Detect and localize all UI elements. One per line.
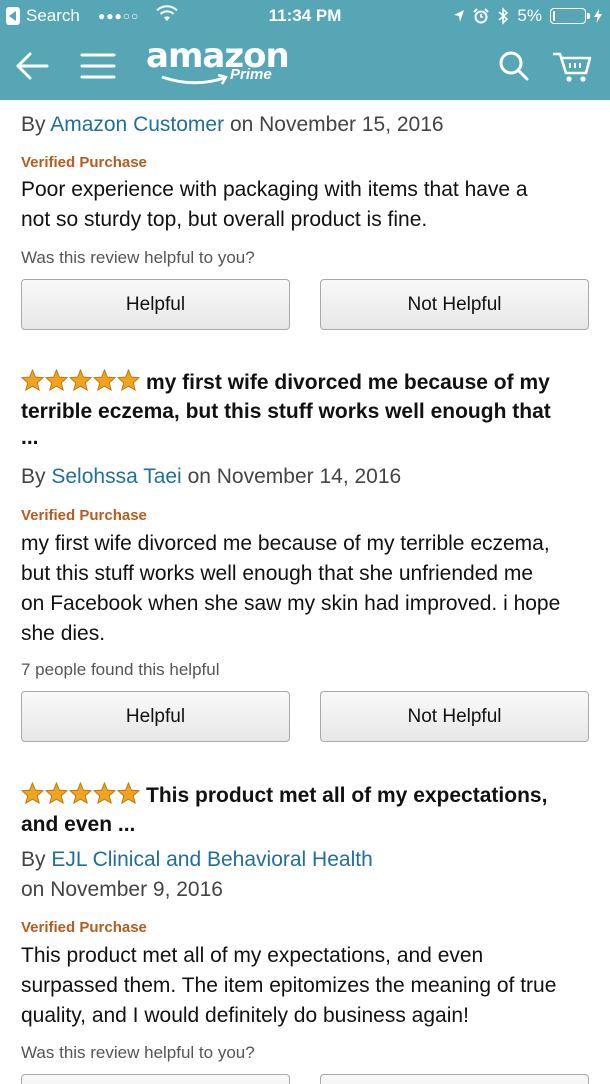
byline-prefix: By (21, 465, 46, 488)
charging-icon (594, 9, 602, 23)
review-title-line: and even ... (21, 813, 136, 836)
review-author-link[interactable]: Selohssa Taei (51, 465, 181, 488)
menu-button[interactable] (74, 42, 122, 90)
helpful-button[interactable]: Helpful (21, 279, 290, 330)
back-arrow-icon (16, 52, 49, 80)
star-icon (117, 369, 140, 391)
verified-purchase-badge: Verified Purchase (21, 919, 147, 936)
helpful-count: 7 people found this helpful (21, 660, 220, 679)
review-date: on November 14, 2016 (187, 465, 402, 488)
star-rating (21, 782, 140, 804)
helpful-button[interactable]: Helpful (21, 691, 290, 742)
star-icon (69, 782, 92, 804)
star-icon (45, 782, 68, 804)
byline-prefix: By (21, 113, 46, 136)
star-icon (93, 369, 116, 391)
review-body-line: my first wife divorced me because of my … (21, 532, 550, 555)
review-author-link[interactable]: EJL Clinical and Behavioral Health (51, 848, 372, 871)
review-byline: By Selohssa Taei on November 14, 2016 (21, 462, 593, 492)
review-body-line: This product met all of my expectations,… (21, 944, 484, 967)
bluetooth-icon (498, 7, 509, 25)
not-helpful-button[interactable]: Not Helpful (320, 691, 589, 742)
review-title-line: ... (21, 426, 39, 449)
review-byline: By Amazon Customer on November 15, 2016 (21, 110, 593, 140)
verified-purchase-badge: Verified Purchase (21, 507, 147, 524)
amazon-prime-logo[interactable]: amazon Prime (146, 36, 290, 85)
helpful-vote-row: Helpful Not Helpful (21, 279, 593, 330)
alarm-icon (473, 8, 490, 24)
cart-button[interactable] (548, 42, 596, 90)
review-title[interactable]: This product met all of my expectations,… (21, 781, 593, 839)
review-author-link[interactable]: Amazon Customer (50, 113, 224, 136)
hamburger-menu-icon (80, 53, 116, 79)
review-byline: By EJL Clinical and Behavioral Health on… (21, 845, 593, 905)
review-body-line: quality, and I would definitely do busin… (21, 1004, 469, 1027)
not-helpful-button[interactable]: Not Helpful (320, 279, 589, 330)
byline-prefix: By (21, 848, 46, 871)
review-body-line: surpassed them. The item epitomizes the … (21, 974, 557, 997)
review-title-line: my first wife divorced me because of my (146, 371, 550, 394)
helpful-prompt: Was this review helpful to you? (21, 1043, 255, 1062)
review-body-line: on Facebook when she saw my skin had imp… (21, 592, 561, 615)
review-title-line: terrible eczema, but this stuff works we… (21, 400, 551, 423)
review-date: on November 9, 2016 (21, 878, 223, 901)
star-rating (21, 369, 140, 391)
review-title[interactable]: my first wife divorced me because of my … (21, 368, 593, 450)
star-icon (93, 782, 116, 804)
review-title-line: This product met all of my expectations, (146, 784, 548, 807)
logo-prime: Prime (230, 66, 272, 83)
helpful-prompt: Was this review helpful to you? (21, 248, 255, 267)
review-body-line: not so sturdy top, but overall product i… (21, 208, 428, 231)
status-bar: Search ●●●○○ 11:34 PM 5% (0, 0, 610, 32)
review-body: my first wife divorced me because of my … (21, 529, 593, 649)
review-body-line: but this stuff works well enough that sh… (21, 562, 534, 585)
review-body: This product met all of my expectations,… (21, 941, 593, 1031)
review-date: on November 15, 2016 (229, 113, 444, 136)
app-header: amazon Prime (0, 32, 610, 100)
battery-percent: 5% (517, 6, 542, 25)
location-icon (454, 10, 465, 22)
search-button[interactable] (490, 42, 538, 90)
verified-purchase-badge: Verified Purchase (21, 154, 147, 171)
battery-icon (550, 8, 590, 24)
smile-arrow-icon (161, 74, 228, 85)
status-indicators: 5% (453, 5, 602, 27)
review-body-line: she dies. (21, 622, 106, 645)
helpful-vote-row (21, 1074, 593, 1084)
star-icon (21, 369, 44, 391)
cart-icon (553, 52, 592, 82)
search-icon (499, 51, 529, 81)
star-icon (69, 369, 92, 391)
back-button[interactable] (8, 42, 56, 90)
helpful-button[interactable] (21, 1074, 290, 1084)
not-helpful-button[interactable] (320, 1074, 589, 1084)
star-icon (117, 782, 140, 804)
review-body: Poor experience with packaging with item… (21, 175, 593, 235)
star-icon (21, 782, 44, 804)
helpful-vote-row: Helpful Not Helpful (21, 691, 593, 742)
star-icon (45, 369, 68, 391)
review-body-line: Poor experience with packaging with item… (21, 178, 528, 201)
